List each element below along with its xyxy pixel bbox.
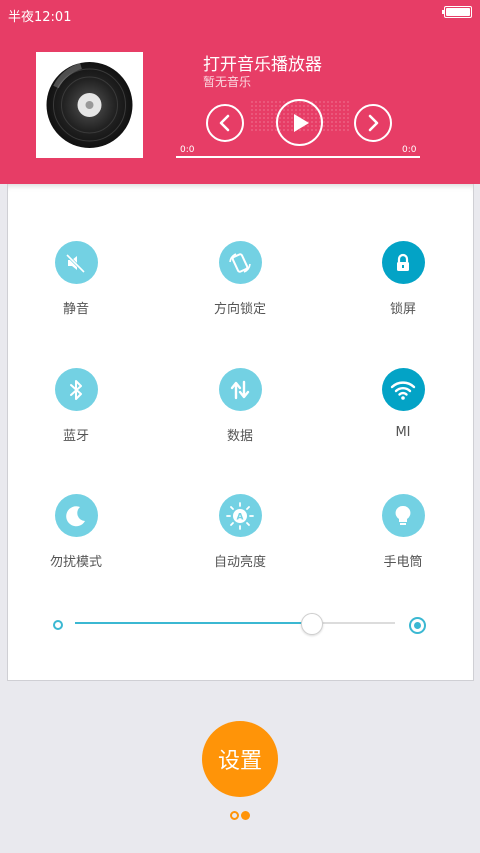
svg-text:A: A <box>237 512 244 522</box>
playback-progress-bar[interactable] <box>176 156 420 158</box>
toggle-wifi[interactable]: MI <box>343 368 463 440</box>
toggle-mute[interactable]: 静音 <box>16 241 136 317</box>
battery-icon <box>442 6 472 18</box>
rotation-lock-icon <box>218 241 262 284</box>
toggle-label: 方向锁定 <box>213 302 266 317</box>
page-indicator-dot-active[interactable] <box>241 811 250 820</box>
auto-brightness-icon: A <box>218 494 262 537</box>
play-button[interactable] <box>276 99 323 146</box>
toggle-bluetooth[interactable]: 蓝牙 <box>16 368 136 444</box>
music-player-header: 半夜12:01 打开音乐播放器 暂无音乐 0:0 0:0 <box>0 0 480 184</box>
wifi-icon <box>381 368 425 411</box>
elapsed-time: 0:0 <box>180 145 195 155</box>
toggle-label: 数据 <box>226 429 253 444</box>
previous-button[interactable] <box>206 104 244 142</box>
lock-icon <box>381 241 425 284</box>
status-time: 半夜12:01 <box>8 10 72 25</box>
brightness-slider-track[interactable] <box>75 622 395 624</box>
brightness-slider-thumb[interactable] <box>300 613 323 635</box>
flashlight-bulb-icon <box>381 494 425 537</box>
chevron-right-icon <box>368 114 379 132</box>
toggle-label: 蓝牙 <box>62 429 89 444</box>
play-icon <box>293 113 309 132</box>
toggle-rotation-lock[interactable]: 方向锁定 <box>180 241 300 317</box>
toggle-lock-screen[interactable]: 锁屏 <box>343 241 463 317</box>
toggle-flashlight[interactable]: 手电筒 <box>343 494 463 570</box>
page-indicator-dot[interactable] <box>230 811 239 820</box>
player-subtitle: 暂无音乐 <box>203 75 252 89</box>
settings-button[interactable]: 设置 <box>202 721 278 797</box>
moon-icon <box>54 494 98 537</box>
toggle-label: 静音 <box>62 302 89 317</box>
toggle-auto-brightness[interactable]: A 自动亮度 <box>180 494 300 570</box>
toggle-label: 勿扰模式 <box>49 555 102 570</box>
brightness-low-icon <box>53 620 63 630</box>
status-bar: 半夜12:01 <box>0 0 480 26</box>
next-button[interactable] <box>354 104 392 142</box>
album-art[interactable] <box>36 52 143 158</box>
toggle-do-not-disturb[interactable]: 勿扰模式 <box>16 494 136 570</box>
data-arrows-icon <box>218 368 262 411</box>
bluetooth-icon <box>54 368 98 411</box>
total-time: 0:0 <box>402 145 417 155</box>
player-title: 打开音乐播放器 <box>203 55 322 75</box>
brightness-slider-fill <box>75 622 312 624</box>
vinyl-disc-icon <box>46 62 133 148</box>
toggle-label: 自动亮度 <box>213 555 266 570</box>
toggle-label: MI <box>395 425 411 440</box>
settings-label: 设置 <box>217 749 262 774</box>
chevron-left-icon <box>219 114 230 132</box>
toggle-label: 锁屏 <box>389 302 416 317</box>
toggle-mobile-data[interactable]: 数据 <box>180 368 300 444</box>
mute-icon <box>54 241 98 284</box>
toggle-label: 手电筒 <box>383 555 423 570</box>
brightness-high-icon <box>409 617 426 634</box>
